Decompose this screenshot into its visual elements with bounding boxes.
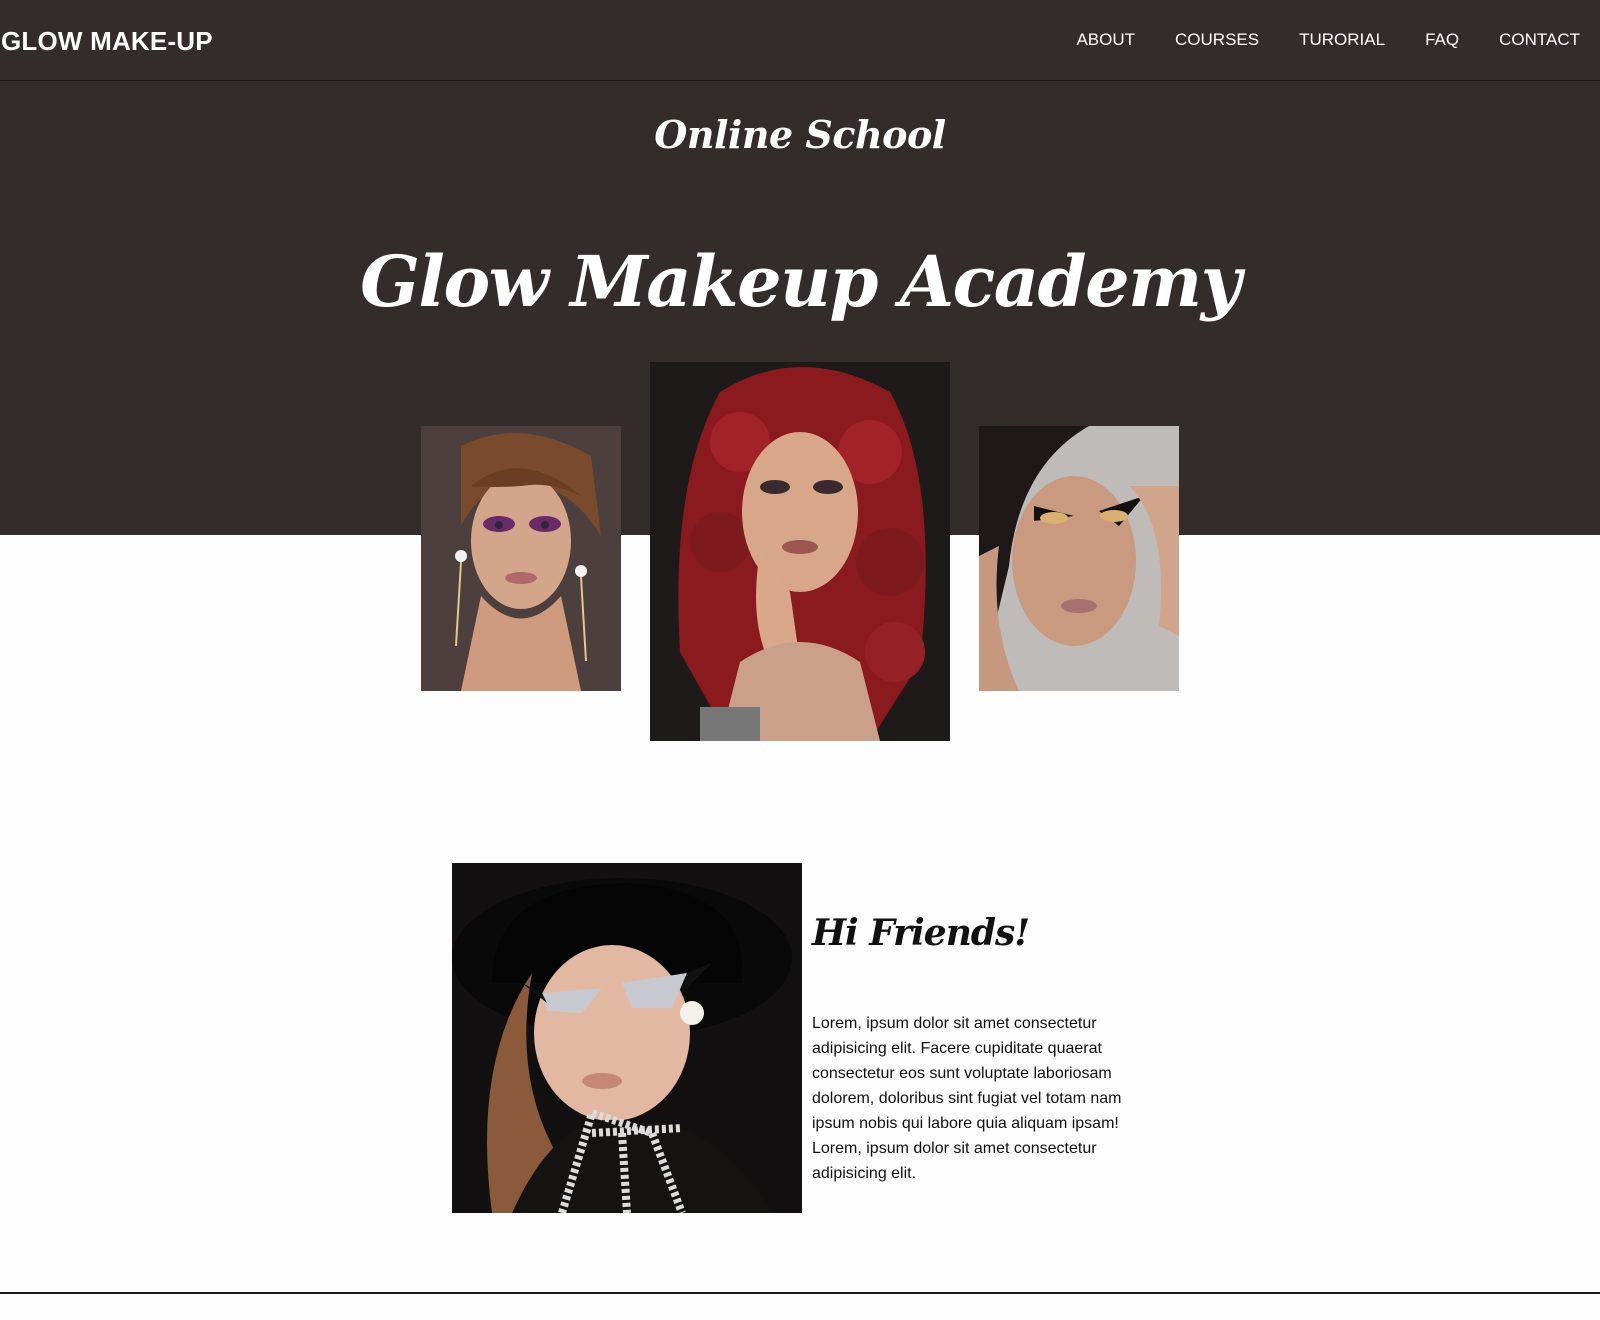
nav-tutorial[interactable]: TURORIAL (1299, 30, 1385, 50)
gallery-photo-right (979, 426, 1179, 691)
footer-divider (0, 1292, 1600, 1294)
hero-title: Glow Makeup Academy (360, 240, 1241, 323)
brand-logo[interactable]: GLOW MAKE-UP (1, 26, 213, 57)
intro-heading: Hi Friends! (812, 912, 1030, 954)
nav-about[interactable]: ABOUT (1076, 30, 1135, 50)
hero-subtitle: Online School (654, 112, 946, 157)
intro-photo (452, 863, 802, 1213)
nav-contact[interactable]: CONTACT (1499, 30, 1580, 50)
main-nav: ABOUT COURSES TURORIAL FAQ CONTACT (1076, 30, 1580, 50)
nav-faq[interactable]: FAQ (1425, 30, 1459, 50)
nav-courses[interactable]: COURSES (1175, 30, 1259, 50)
navbar: GLOW MAKE-UP ABOUT COURSES TURORIAL FAQ … (0, 0, 1600, 81)
gallery-photo-center (650, 362, 950, 741)
gallery-photo-left (421, 426, 621, 691)
intro-paragraph: Lorem, ipsum dolor sit amet consectetur … (812, 1015, 1122, 1182)
